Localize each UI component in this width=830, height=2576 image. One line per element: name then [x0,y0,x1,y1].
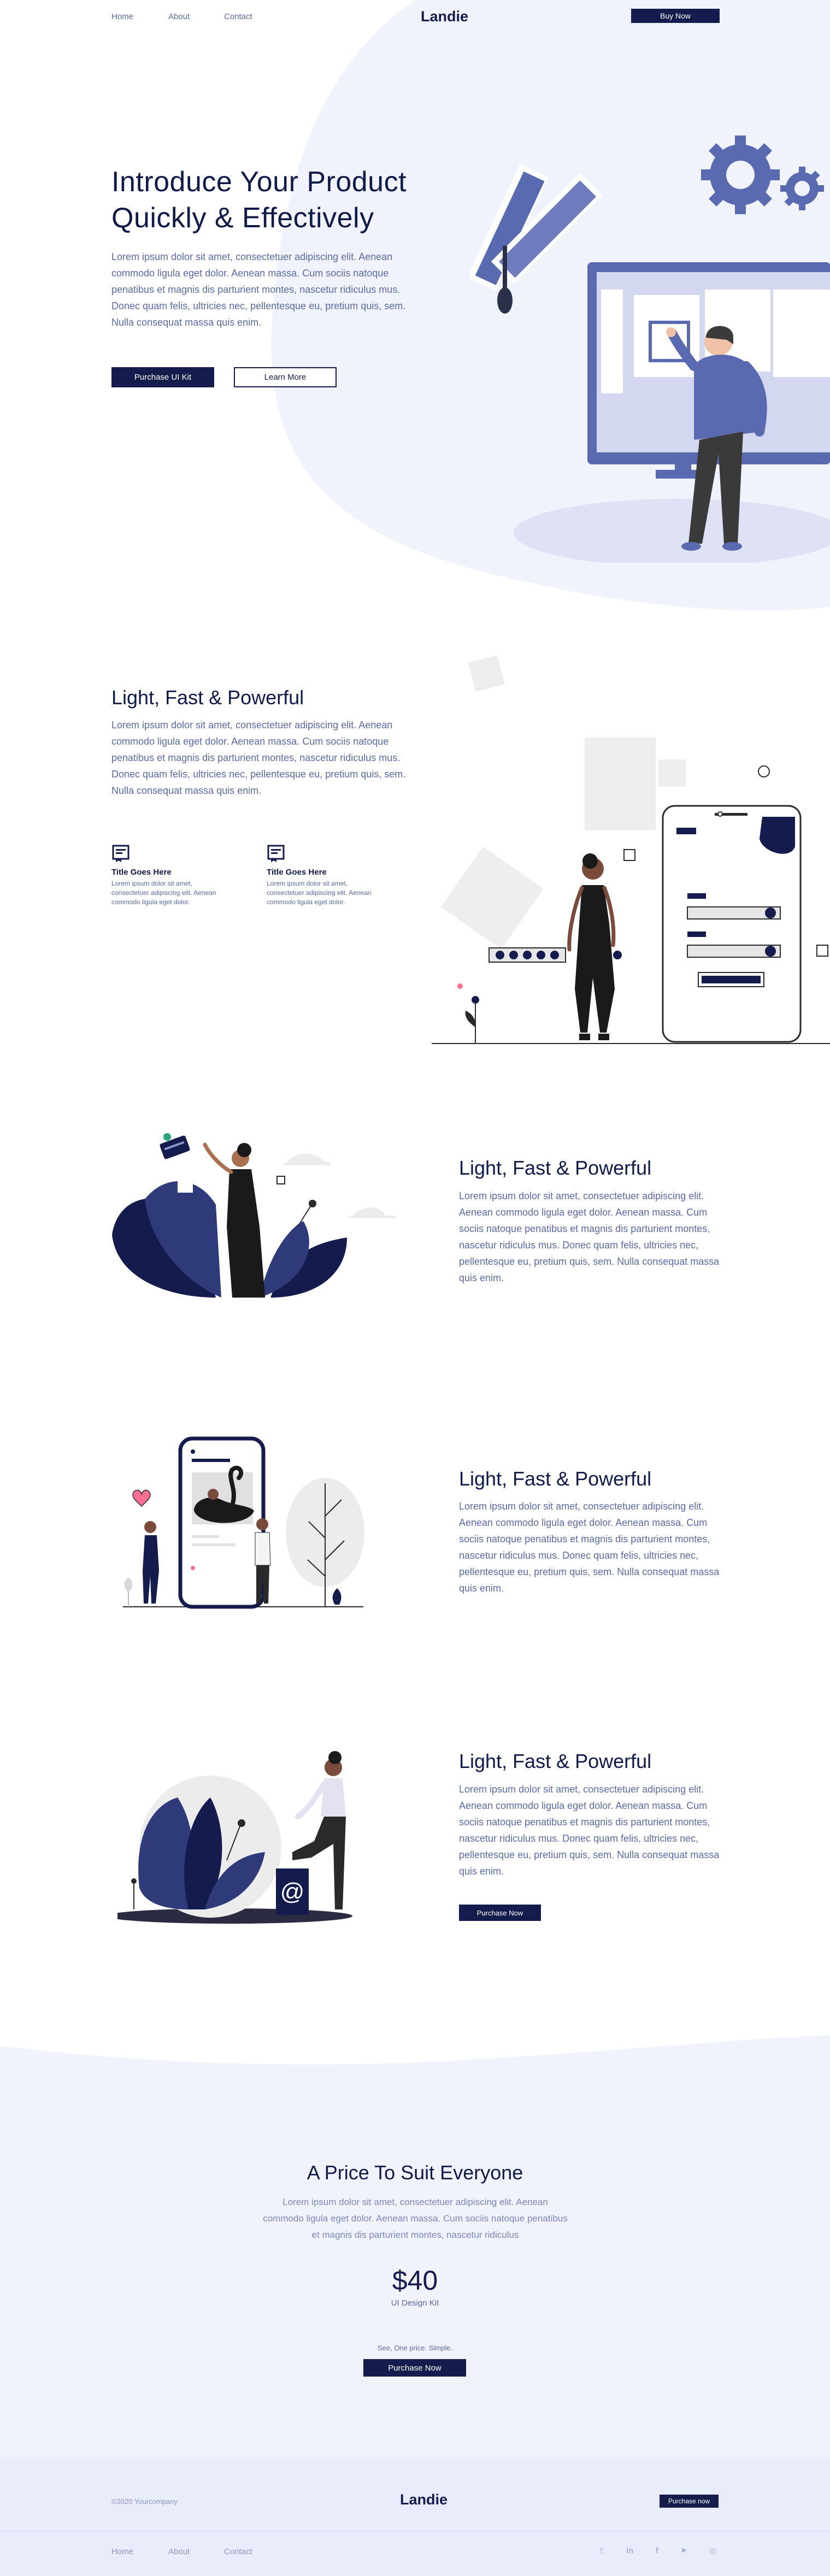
feature2-title: Light, Fast & Powerful [459,1157,652,1179]
hero-illustration [470,135,830,563]
feature3-title: Light, Fast & Powerful [459,1467,652,1490]
hero-title-line2: Quickly & Effectively [111,202,374,234]
facebook-icon[interactable]: f [656,2546,658,2555]
feature4-illustration: @ [117,1751,352,1924]
nav-about-link[interactable]: About [168,12,190,21]
learn-more-button[interactable]: Learn More [234,367,337,387]
feature4-title: Light, Fast & Powerful [459,1750,652,1772]
footer-nav-home-link[interactable]: Home [111,2547,133,2556]
feature2-illustration [112,1133,396,1298]
feature1-description: Lorem ipsum dolor sit amet, consectetuer… [111,720,406,796]
hero-title-line1: Introduce Your Product [111,166,407,198]
feature1-item-title: Title Goes Here [267,868,327,877]
feature3-description: Lorem ipsum dolor sit amet, consectetuer… [459,1501,720,1594]
at-icon: @ [280,1878,305,1905]
footer-nav-contact-link[interactable]: Contact [224,2547,252,2556]
feature1-item: Title Goes Here Lorem ipsum dolor sit am… [267,844,376,907]
buy-now-button[interactable]: Buy Now [631,9,720,23]
nav-home-link[interactable]: Home [111,12,133,21]
pricing-purchase-button[interactable]: Purchase Now [363,2359,466,2377]
feature1-item-text: Lorem ipsum dolor sit amet, consectetuer… [111,880,216,906]
feature3-person-left [143,1521,159,1604]
feature1-item-title: Title Goes Here [111,868,172,877]
price-product: UI Design Kit [391,2298,439,2308]
feature1-item-text: Lorem ipsum dolor sit amet, consectetuer… [267,880,372,906]
feature1-title: Light, Fast & Powerful [111,686,304,709]
badge-icon [267,845,285,862]
pricing-note: See, One price. Simple. [377,2344,453,2352]
gear-icon [701,135,780,214]
purchase-ui-kit-button[interactable]: Purchase UI Kit [111,367,214,387]
pricing-title: A Price To Suit Everyone [307,2161,523,2184]
feature1-person [567,853,616,1040]
pricing-description: Lorem ipsum dolor sit amet, consectetuer… [263,2197,568,2240]
instagram-icon[interactable]: ◎ [709,2546,716,2556]
feature4-description: Lorem ipsum dolor sit amet, consectetuer… [459,1784,720,1877]
linkedin-icon[interactable]: in [626,2546,633,2555]
footer-nav-about-link[interactable]: About [168,2547,190,2556]
feature3-illustration [123,1436,364,1609]
small-gear-icon [780,167,824,210]
feature1-illustration [432,655,830,1044]
feature2-description: Lorem ipsum dolor sit amet, consectetuer… [459,1190,720,1283]
nav-contact-link[interactable]: Contact [224,12,252,21]
header-logo[interactable]: Landie [421,8,468,25]
twitter-icon[interactable]: 𝕥 [600,2546,604,2556]
hero-ground-shadow [514,499,830,563]
price-value: $40 [392,2265,438,2296]
youtube-icon[interactable]: ▶ [682,2546,687,2554]
swatch-fan [470,163,603,314]
feature1-item: Title Goes Here Lorem ipsum dolor sit am… [111,844,221,907]
feature4-purchase-button[interactable]: Purchase Now [459,1905,541,1921]
footer-purchase-button[interactable]: Purchase now [660,2495,719,2508]
hero-description: Lorem ipsum dolor sit amet, consectetuer… [111,251,406,328]
footer-logo[interactable]: Landie [400,2491,448,2508]
footer-copyright: ©2020 Yourcompany [111,2497,178,2506]
badge-icon [112,845,129,862]
